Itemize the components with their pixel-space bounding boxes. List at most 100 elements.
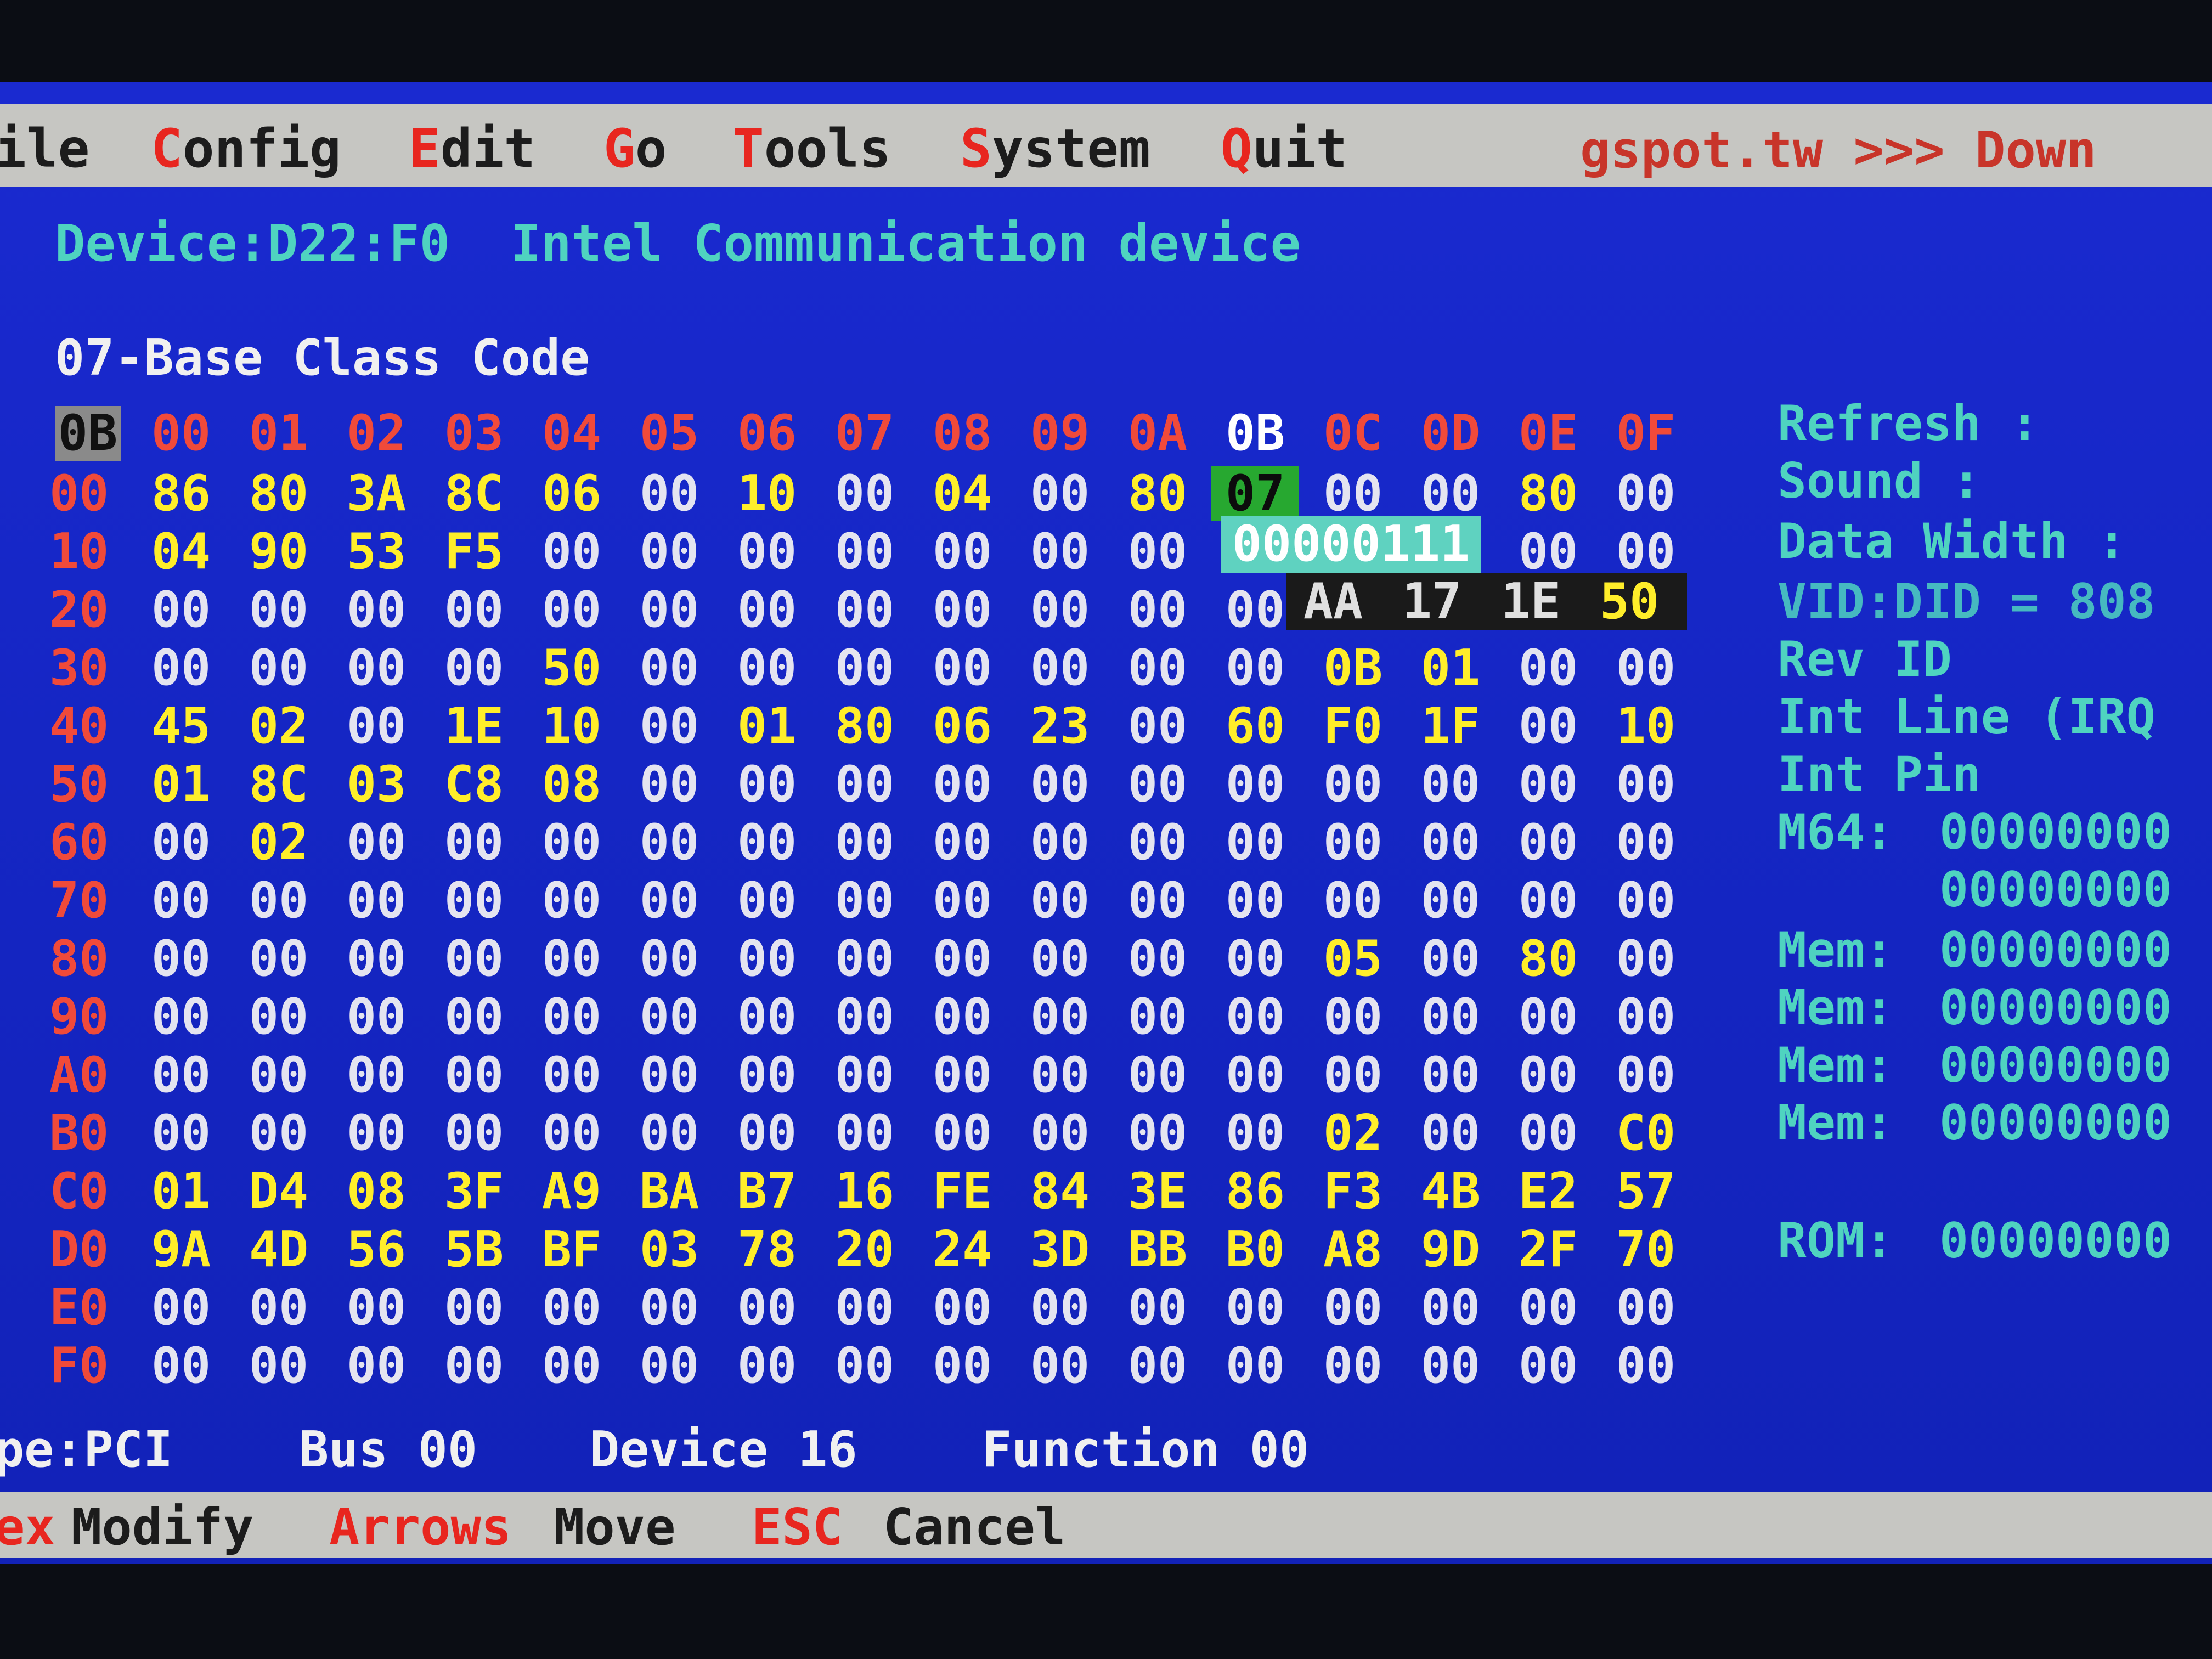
byte-cell[interactable]: 00 <box>332 1280 420 1335</box>
byte-cell[interactable]: 00 <box>528 1280 616 1335</box>
byte-cell[interactable]: 00 <box>1016 932 1104 986</box>
byte-cell[interactable]: 00 <box>723 1280 811 1335</box>
byte-cell[interactable]: 00 <box>1114 873 1201 928</box>
byte-cell[interactable]: 00 <box>918 990 1006 1045</box>
byte-cell[interactable]: F0 <box>1309 699 1397 754</box>
menu-tools[interactable]: Tools <box>732 118 891 179</box>
byte-cell[interactable]: 56 <box>332 1222 420 1277</box>
byte-cell[interactable]: 00 <box>137 1280 225 1335</box>
byte-cell[interactable]: 00 <box>918 1280 1006 1335</box>
byte-cell[interactable]: 00 <box>235 1339 323 1393</box>
byte-cell[interactable]: 00 <box>137 932 225 986</box>
byte-cell[interactable]: BF <box>528 1222 616 1277</box>
byte-cell[interactable]: 00 <box>1016 466 1104 521</box>
byte-cell[interactable]: 8C <box>430 466 518 521</box>
byte-cell[interactable]: 00 <box>1504 1280 1592 1335</box>
byte-cell[interactable]: E2 <box>1504 1164 1592 1219</box>
byte-cell[interactable]: 00 <box>723 990 811 1045</box>
byte-cell[interactable]: 00 <box>1211 1106 1299 1161</box>
byte-cell[interactable]: 00 <box>137 873 225 928</box>
byte-cell[interactable]: 00 <box>1309 1280 1397 1335</box>
byte-cell[interactable]: 00 <box>1602 932 1690 986</box>
byte-cell[interactable]: 00 <box>137 583 225 637</box>
byte-cell[interactable]: 00 <box>1114 583 1201 637</box>
byte-cell[interactable]: 00 <box>1309 466 1397 521</box>
byte-cell[interactable]: 00 <box>528 1106 616 1161</box>
byte-cell[interactable]: 9A <box>137 1222 225 1277</box>
byte-cell[interactable]: 45 <box>137 699 225 754</box>
byte-cell[interactable]: 00 <box>430 1048 518 1103</box>
byte-cell[interactable]: 00 <box>137 641 225 696</box>
byte-cell[interactable]: 00 <box>1114 932 1201 986</box>
byte-cell[interactable]: FE <box>918 1164 1006 1219</box>
byte-cell[interactable]: 00 <box>430 990 518 1045</box>
byte-cell[interactable]: 00 <box>625 990 713 1045</box>
byte-cell[interactable]: 00 <box>1407 1339 1494 1393</box>
byte-cell[interactable]: 00 <box>1016 1048 1104 1103</box>
byte-cell[interactable]: 00 <box>821 1280 909 1335</box>
byte-cell[interactable]: 00 <box>1602 757 1690 812</box>
byte-cell[interactable]: 00 <box>1211 932 1299 986</box>
byte-cell[interactable]: 00 <box>1504 699 1592 754</box>
byte-cell[interactable]: 00 <box>625 699 713 754</box>
byte-cell[interactable]: 00 <box>1504 757 1592 812</box>
byte-cell[interactable]: B7 <box>723 1164 811 1219</box>
byte-cell[interactable]: 00 <box>235 873 323 928</box>
byte-cell[interactable]: 00 <box>430 873 518 928</box>
byte-cell[interactable]: 02 <box>1309 1106 1397 1161</box>
byte-cell[interactable]: 00 <box>821 583 909 637</box>
byte-cell[interactable]: 00 <box>235 990 323 1045</box>
byte-cell[interactable]: 00 <box>332 873 420 928</box>
byte-cell[interactable]: 08 <box>528 757 616 812</box>
byte-cell[interactable]: 00 <box>821 641 909 696</box>
byte-cell[interactable]: 00 <box>235 932 323 986</box>
byte-cell[interactable]: 00 <box>821 524 909 579</box>
byte-cell[interactable]: 00 <box>918 583 1006 637</box>
byte-cell[interactable]: 00 <box>1016 873 1104 928</box>
byte-cell[interactable]: 00 <box>1602 524 1690 579</box>
byte-cell[interactable]: 3E <box>1114 1164 1201 1219</box>
byte-cell[interactable]: 00 <box>1407 466 1494 521</box>
byte-cell[interactable]: 00 <box>137 815 225 870</box>
selected-byte-cell[interactable]: 07 <box>1211 466 1299 521</box>
byte-cell[interactable]: 00 <box>1016 583 1104 637</box>
byte-cell[interactable]: 3F <box>430 1164 518 1219</box>
byte-cell[interactable]: D4 <box>235 1164 323 1219</box>
byte-cell[interactable]: 20 <box>821 1222 909 1277</box>
byte-cell[interactable]: A8 <box>1309 1222 1397 1277</box>
byte-cell[interactable]: 08 <box>332 1164 420 1219</box>
byte-cell[interactable]: 00 <box>625 1106 713 1161</box>
byte-cell[interactable]: C8 <box>430 757 518 812</box>
byte-cell[interactable]: 00 <box>332 815 420 870</box>
byte-cell[interactable]: 16 <box>821 1164 909 1219</box>
menu-config[interactable]: Config <box>151 118 341 179</box>
byte-cell[interactable]: 57 <box>1602 1164 1690 1219</box>
byte-cell[interactable]: 00 <box>723 524 811 579</box>
byte-cell[interactable]: 0B <box>1309 641 1397 696</box>
byte-cell[interactable]: 00 <box>528 990 616 1045</box>
data-width-label[interactable]: Data Width : <box>1778 513 2126 569</box>
byte-cell[interactable]: 00 <box>1114 990 1201 1045</box>
byte-cell[interactable]: F5 <box>430 524 518 579</box>
byte-cell[interactable]: 70 <box>1602 1222 1690 1277</box>
byte-cell[interactable]: 00 <box>821 815 909 870</box>
byte-cell[interactable]: 00 <box>821 466 909 521</box>
byte-cell[interactable]: 00 <box>332 1048 420 1103</box>
byte-cell[interactable]: 00 <box>235 1048 323 1103</box>
byte-cell[interactable]: 00 <box>430 583 518 637</box>
byte-cell[interactable]: 00 <box>430 1280 518 1335</box>
byte-cell[interactable]: 00 <box>625 1048 713 1103</box>
byte-cell[interactable]: 1E <box>430 699 518 754</box>
byte-cell[interactable]: 5B <box>430 1222 518 1277</box>
byte-cell[interactable]: 00 <box>1016 990 1104 1045</box>
byte-cell[interactable]: 00 <box>918 873 1006 928</box>
byte-cell[interactable]: 80 <box>1504 932 1592 986</box>
byte-cell[interactable]: 00 <box>918 757 1006 812</box>
byte-cell[interactable]: 00 <box>821 990 909 1045</box>
byte-cell[interactable]: 00 <box>137 990 225 1045</box>
byte-cell[interactable]: 00 <box>723 815 811 870</box>
byte-cell[interactable]: 00 <box>1602 873 1690 928</box>
sound-label[interactable]: Sound : <box>1778 453 1981 509</box>
byte-cell[interactable]: 4B <box>1407 1164 1494 1219</box>
byte-cell[interactable]: 84 <box>1016 1164 1104 1219</box>
